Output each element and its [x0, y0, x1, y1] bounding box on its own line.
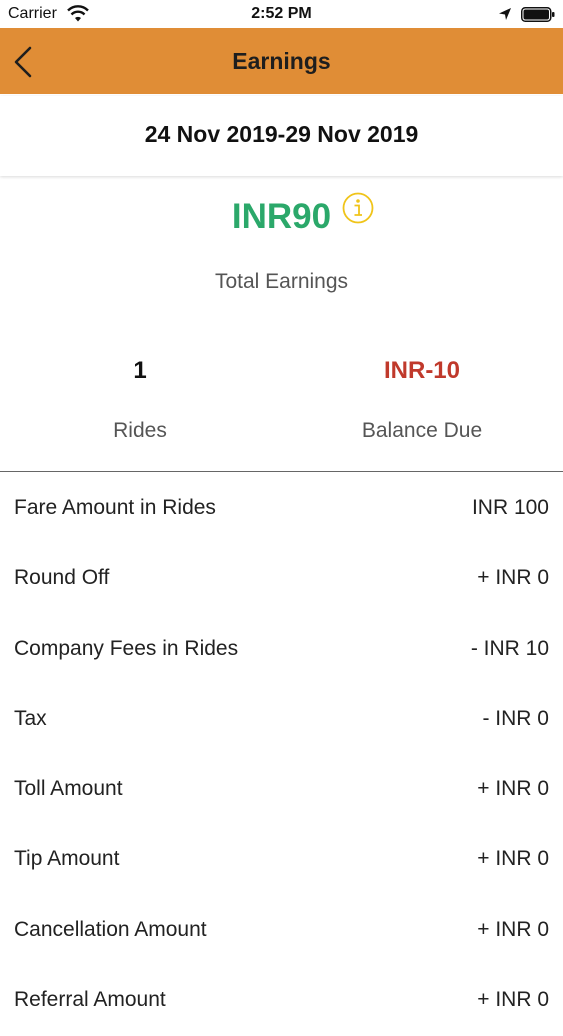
rides-count: 1 [133, 357, 147, 384]
fare-amount-value: INR 100 [471, 496, 549, 519]
balance-due-label: Balance Due [361, 419, 483, 442]
date-range-text: 24 Nov 2019-29 Nov 2019 [144, 121, 419, 147]
tip-amount-value: + INR 0 [477, 847, 549, 871]
list-item: Fare Amount in Rides INR 100 [0, 474, 563, 544]
list-item: Toll Amount + INR 0 [0, 755, 563, 825]
info-icon[interactable] [342, 192, 374, 224]
list-item: Tip Amount + INR 0 [0, 825, 563, 895]
total-earnings-label: Total Earnings [214, 270, 349, 293]
tax-value: - INR 0 [482, 706, 549, 730]
location-arrow-icon [499, 8, 511, 20]
total-earnings-amount: INR90 [231, 197, 332, 236]
toll-amount-value: + INR 0 [477, 777, 549, 801]
fare-amount-label: Fare Amount in Rides [14, 496, 216, 519]
earnings-breakdown-list: Fare Amount in Rides INR 100 Round Off +… [0, 474, 563, 1036]
tax-label: Tax [14, 706, 47, 730]
referral-amount-value: + INR 0 [477, 988, 549, 1012]
rides-label: Rides [113, 419, 167, 442]
company-fees-value: - INR 10 [470, 636, 549, 660]
list-item: Referral Amount + INR 0 [0, 966, 563, 1036]
cancellation-amount-value: + INR 0 [477, 917, 549, 941]
list-item: Tax - INR 0 [0, 685, 563, 755]
balance-due-amount: INR-10 [383, 357, 461, 384]
section-divider [0, 471, 563, 472]
status-time: 2:52 PM [251, 5, 312, 22]
date-range-card[interactable]: 24 Nov 2019-29 Nov 2019 [0, 96, 563, 176]
tip-amount-label: Tip Amount [14, 847, 120, 871]
referral-amount-label: Referral Amount [14, 988, 166, 1012]
list-item: Company Fees in Rides - INR 10 [0, 615, 563, 685]
list-item: Cancellation Amount + INR 0 [0, 896, 563, 966]
cancellation-amount-label: Cancellation Amount [14, 917, 207, 941]
page-title: Earnings [232, 48, 331, 74]
company-fees-label: Company Fees in Rides [14, 636, 239, 660]
nav-bar: Earnings [0, 28, 563, 94]
battery-icon [521, 7, 555, 22]
round-off-label: Round Off [14, 566, 110, 590]
round-off-value: + INR 0 [477, 566, 549, 590]
toll-amount-label: Toll Amount [14, 777, 123, 801]
status-bar: Carrier 2:52 PM [0, 0, 563, 28]
list-item: Round Off + INR 0 [0, 544, 563, 614]
